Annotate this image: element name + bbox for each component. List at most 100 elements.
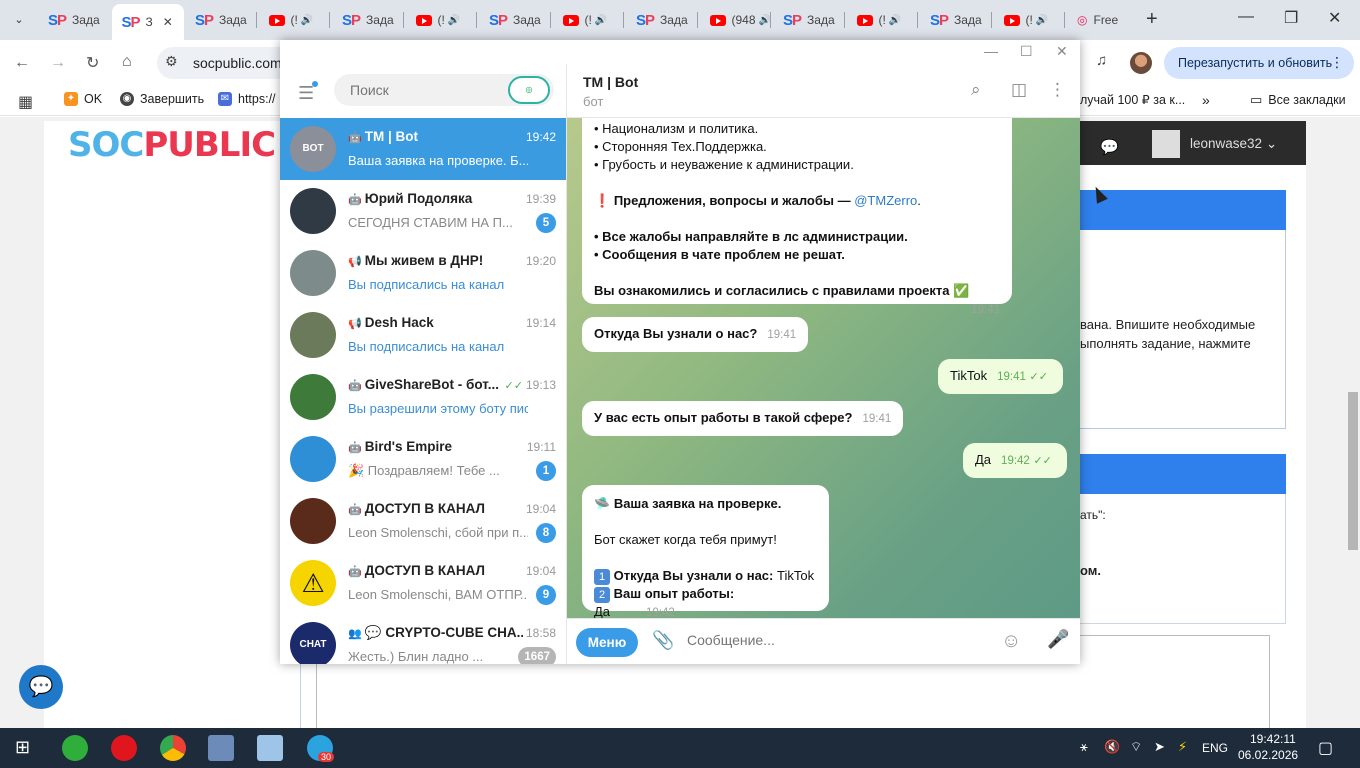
channel-icon: 📢: [348, 256, 365, 268]
language-indicator[interactable]: ENG: [1202, 741, 1228, 755]
tab-search-chevron-icon[interactable]: ⌄: [8, 9, 30, 31]
search-icon[interactable]: ⌕: [971, 80, 981, 100]
new-tab-button[interactable]: +: [1146, 8, 1158, 31]
close-tab-icon[interactable]: ✕: [163, 15, 173, 29]
hamburger-menu-icon[interactable]: ☰: [298, 83, 314, 104]
browser-tab[interactable]: SP Зада: [38, 6, 110, 34]
more-options-icon[interactable]: ⋮: [1049, 80, 1066, 100]
browser-tab[interactable]: SP Зада: [626, 6, 698, 34]
more-menu-icon[interactable]: ⋮: [1330, 54, 1344, 71]
user-answer-2[interactable]: Да 19:42 ✓✓: [963, 443, 1067, 478]
bot-question-2[interactable]: У вас есть опыт работы в такой сфере? 19:…: [582, 401, 904, 436]
clock-time[interactable]: 19:42:11: [1250, 732, 1296, 746]
message-input[interactable]: [687, 632, 987, 648]
minimize-icon[interactable]: —: [1238, 8, 1254, 26]
bot-menu-button[interactable]: Меню: [576, 628, 638, 657]
bookmark-ok[interactable]: ✦ OK: [64, 92, 102, 106]
page-scrollbar[interactable]: [1348, 392, 1358, 550]
browser-tab[interactable]: (! 🔊: [553, 6, 625, 34]
folder-badge-icon[interactable]: ◎: [508, 76, 550, 104]
forward-icon[interactable]: →: [50, 54, 66, 72]
bookmark-all[interactable]: ▭ Все закладки: [1250, 92, 1346, 108]
chat-list-item[interactable]: 🤖 ДОСТУП В КАНАЛ 19:04 Leon Smolenschi, сб…: [280, 490, 566, 552]
url-text[interactable]: socpublic.com: [193, 55, 282, 71]
chat-avatar: [290, 312, 336, 358]
app-icon-green[interactable]: [62, 735, 88, 761]
rules-message[interactable]: • Национализм и политика. • Сторонняя Те…: [582, 118, 1012, 316]
admin-link[interactable]: @TMZerro: [854, 193, 917, 208]
profile-avatar[interactable]: [1130, 52, 1152, 74]
chat-icon[interactable]: 💬: [1100, 138, 1119, 156]
tg-maximize-icon[interactable]: ☐: [1020, 43, 1033, 60]
site-logo[interactable]: SOCPUBLIC: [68, 125, 276, 165]
chat-title[interactable]: TM | Bot: [583, 74, 638, 90]
back-icon[interactable]: ←: [14, 54, 30, 72]
opera-icon[interactable]: [111, 735, 137, 761]
user-answer-1[interactable]: TikTok 19:41 ✓✓: [938, 359, 1063, 394]
media-control-icon[interactable]: ♫: [1096, 52, 1107, 69]
speaker-icon[interactable]: 🔊: [595, 15, 607, 26]
restore-icon[interactable]: ❐: [1284, 8, 1298, 28]
review-message[interactable]: 🛸 Ваша заявка на проверке. Бот скажет ко…: [582, 485, 829, 618]
bot-question-1[interactable]: Откуда Вы узнали о нас? 19:41: [582, 317, 809, 352]
chat-list-item[interactable]: 🤖 Bird's Empire 19:11 🎉 Поздравляем! Тебе …: [280, 428, 566, 490]
chat-list-item[interactable]: CHAT 👥 💬 CRYPTO-CUBE CHA... 18:58 Жесть.) Б…: [280, 614, 566, 664]
windows-start-icon[interactable]: ⊞: [15, 737, 30, 758]
network-status-icon[interactable]: ⚹: [1080, 739, 1088, 755]
bookmarks-overflow-icon[interactable]: »: [1202, 92, 1210, 108]
chat-list-item[interactable]: 🤖 GiveShareBot - бот... ✓✓ 19:13 Вы разреши…: [280, 366, 566, 428]
apps-grid-icon[interactable]: ▦: [18, 92, 33, 112]
chat-list-item[interactable]: 📢 Desh Hack 19:14 Вы подписались на канал: [280, 304, 566, 366]
browser-tab[interactable]: (! 🔊: [994, 6, 1066, 34]
chat-list-item[interactable]: BOT 🤖 TM | Bot 19:42 Ваша заявка на проверк…: [280, 118, 566, 180]
user-avatar[interactable]: [1152, 130, 1180, 158]
telegram-tray-icon[interactable]: ➤: [1154, 739, 1165, 755]
speaker-icon[interactable]: 🔊: [448, 15, 460, 26]
sidebar-toggle-icon[interactable]: ◫: [1011, 80, 1027, 100]
speaker-icon[interactable]: 🔊: [889, 15, 901, 26]
bookmark-https[interactable]: ✉ https://: [218, 92, 276, 106]
relaunch-button[interactable]: Перезапустить и обновить ⋮: [1164, 47, 1354, 79]
attach-icon[interactable]: 📎: [652, 630, 674, 651]
tg-minimize-icon[interactable]: —: [984, 43, 998, 59]
computer-icon[interactable]: [208, 735, 234, 761]
clock-date[interactable]: 06.02.2026: [1238, 748, 1298, 762]
browser-tab[interactable]: SP Зада: [479, 6, 551, 34]
socpublic-favicon-icon: SP: [930, 11, 949, 29]
wifi-icon[interactable]: ⌔: [1130, 739, 1142, 755]
chat-list-item[interactable]: 🤖 Юрий Подоляка 19:39 СЕГОДНЯ СТАВИМ НА П.…: [280, 180, 566, 242]
microphone-icon[interactable]: 🎤: [1047, 629, 1069, 650]
browser-tab[interactable]: SP З ✕: [111, 4, 184, 40]
chrome-icon[interactable]: [160, 735, 186, 761]
task-text-line2: ыполнять задание, нажмите: [1080, 336, 1251, 351]
username-dropdown[interactable]: leonwase32 ⌄: [1190, 136, 1277, 152]
chat-name-row: 🤖 ДОСТУП В КАНАЛ: [348, 563, 523, 578]
image-viewer-icon[interactable]: [257, 735, 283, 761]
emoji-icon[interactable]: ☺: [1001, 630, 1021, 653]
browser-tab[interactable]: SP Зада: [773, 6, 845, 34]
support-chat-button[interactable]: 💬: [19, 665, 63, 709]
browser-tab[interactable]: SP Зада: [920, 6, 992, 34]
browser-tab[interactable]: (! 🔊: [259, 6, 331, 34]
reload-icon[interactable]: ↻: [86, 53, 99, 73]
volume-muted-icon[interactable]: 🔇: [1104, 739, 1120, 755]
browser-tab[interactable]: SP Зада: [185, 6, 257, 34]
site-info-icon[interactable]: ⚙: [165, 53, 178, 70]
browser-tab[interactable]: SP Зада: [332, 6, 404, 34]
browser-tab[interactable]: (! 🔊: [406, 6, 478, 34]
browser-tab[interactable]: ◎ Free: [1067, 6, 1147, 34]
browser-tab[interactable]: (948 🔊: [700, 6, 772, 34]
power-icon[interactable]: ⚡: [1178, 739, 1187, 755]
chat-list-item[interactable]: ⚠ 🤖 ДОСТУП В КАНАЛ 19:04 Leon Smolenschi, В…: [280, 552, 566, 614]
chat-list-item[interactable]: 📢 Мы живем в ДНР! 19:20 Вы подписались на …: [280, 242, 566, 304]
bookmark-promo[interactable]: лучай 100 ₽ за к...: [1080, 92, 1185, 107]
browser-tab[interactable]: (! 🔊: [847, 6, 919, 34]
tg-close-icon[interactable]: ✕: [1056, 43, 1068, 60]
notifications-icon[interactable]: ▢: [1318, 738, 1333, 758]
tab-label: (!: [1025, 13, 1033, 27]
close-window-icon[interactable]: ✕: [1328, 8, 1341, 28]
bookmark-finish[interactable]: ◉ Завершить: [120, 92, 204, 106]
home-icon[interactable]: ⌂: [122, 53, 132, 71]
speaker-icon[interactable]: 🔊: [301, 15, 313, 26]
speaker-icon[interactable]: 🔊: [1036, 15, 1048, 26]
